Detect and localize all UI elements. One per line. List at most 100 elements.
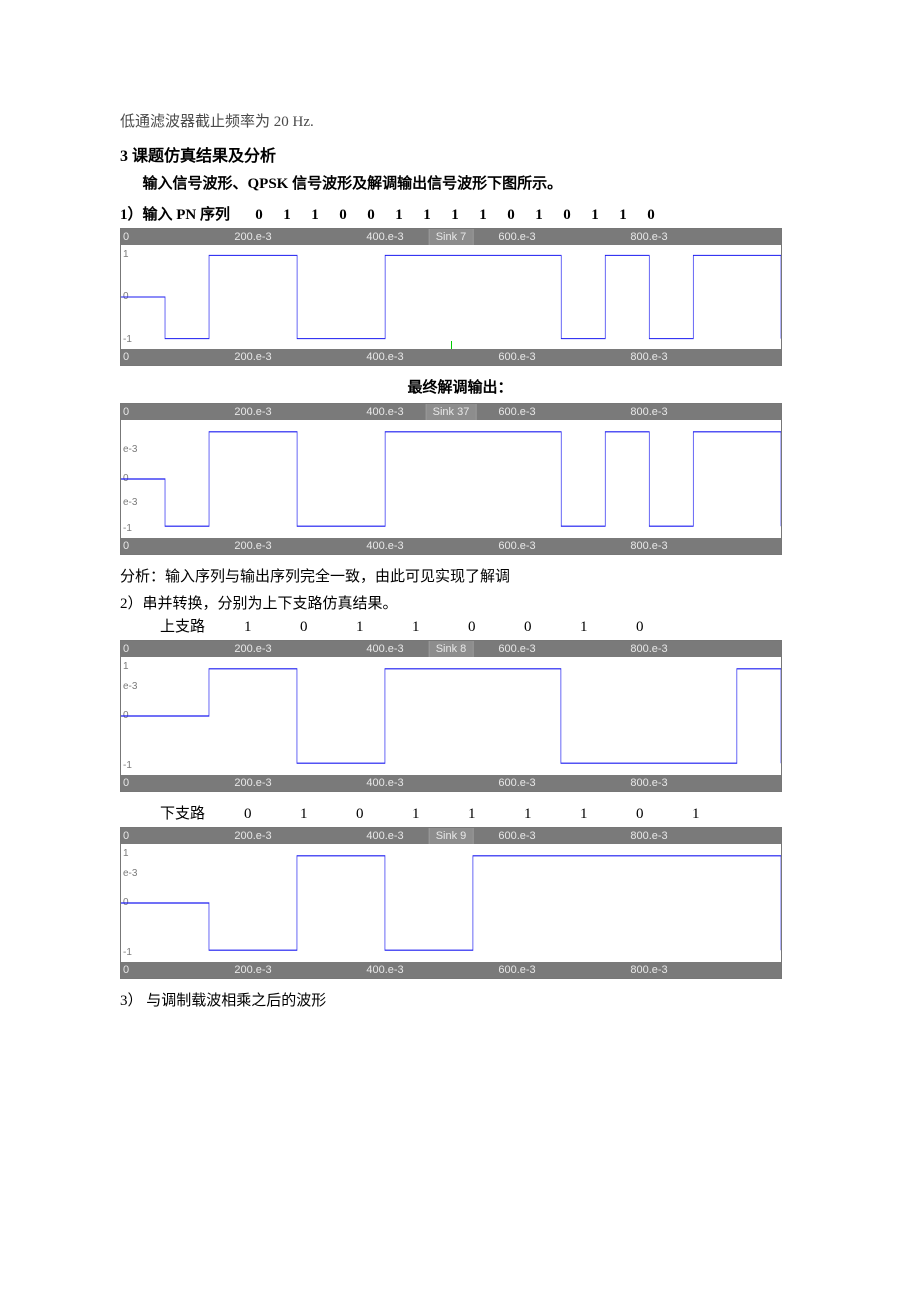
sequence-digit: 0	[276, 619, 332, 636]
lower-branch-row: 下支路 010111101	[160, 802, 800, 823]
xaxis-tick: 800.e-3	[630, 404, 667, 420]
xaxis-tick: 0	[123, 404, 129, 420]
item-2-line: 2）串并转换，分别为上下支路仿真结果。	[120, 592, 800, 613]
sequence-digit: 1	[276, 806, 332, 823]
sequence-digit: 0	[497, 207, 525, 224]
xaxis-tick: 0	[123, 962, 129, 978]
xaxis-tick: 200.e-3	[234, 538, 271, 554]
upper-branch-digits: 10110010	[220, 619, 668, 635]
sequence-digit: 0	[612, 619, 668, 636]
lower-branch-label: 下支路	[160, 802, 216, 823]
xaxis-tick: 400.e-3	[366, 641, 403, 657]
xaxis-tick: 200.e-3	[234, 828, 271, 844]
sequence-digit: 1	[220, 619, 276, 636]
xaxis-tick: 200.e-3	[234, 775, 271, 791]
xaxis-tick: 600.e-3	[498, 828, 535, 844]
chart-title-label: Sink 37	[426, 404, 477, 420]
pn-sequence-digits: 011001111010110	[245, 207, 665, 223]
xaxis-tick: 400.e-3	[366, 229, 403, 245]
upper-branch-label: 上支路	[160, 615, 216, 636]
sequence-digit: 0	[637, 207, 665, 224]
sequence-digit: 0	[444, 619, 500, 636]
waveform-svg	[121, 844, 781, 962]
chart-title-label: Sink 7	[429, 229, 474, 245]
xaxis-tick: 200.e-3	[234, 229, 271, 245]
xaxis-tick: 400.e-3	[366, 962, 403, 978]
chart-plot-area: 1 e-3 0 -1	[121, 844, 781, 962]
sequence-digit: 1	[413, 207, 441, 224]
sequence-digit: 1	[388, 806, 444, 823]
xaxis-tick: 600.e-3	[498, 229, 535, 245]
xaxis-tick: 400.e-3	[366, 828, 403, 844]
xaxis-tick: 800.e-3	[630, 349, 667, 365]
xaxis-tick: 400.e-3	[366, 349, 403, 365]
xaxis-tick: 200.e-3	[234, 349, 271, 365]
xaxis-tick: 800.e-3	[630, 641, 667, 657]
chart-sink8: Sink 8 0 200.e-3 400.e-3 600.e-3 800.e-3…	[120, 640, 782, 792]
sequence-digit: 1	[556, 806, 612, 823]
chart-plot-area: 1 0 -1	[121, 245, 781, 349]
filter-note: 低通滤波器截止频率为 20 Hz.	[120, 110, 800, 134]
waveform-svg	[121, 420, 781, 538]
xaxis-tick: 200.e-3	[234, 404, 271, 420]
xaxis-tick: 800.e-3	[630, 775, 667, 791]
sequence-digit: 1	[469, 207, 497, 224]
chart-bottom-axis: 0 200.e-3 400.e-3 600.e-3 800.e-3	[121, 775, 781, 791]
document-page: 低通滤波器截止频率为 20 Hz. 3 课题仿真结果及分析 输入信号波形、QPS…	[0, 0, 920, 1072]
sequence-digit: 1	[500, 806, 556, 823]
center-marker	[451, 341, 452, 349]
intro-paragraph: 输入信号波形、QPSK 信号波形及解调输出信号波形下图所示。	[120, 172, 800, 193]
sequence-digit: 0	[332, 806, 388, 823]
xaxis-tick: 800.e-3	[630, 229, 667, 245]
chart-plot-area: e-3 0 e-3 -1	[121, 420, 781, 538]
chart-bottom-axis: 0 200.e-3 400.e-3 600.e-3 800.e-3	[121, 962, 781, 978]
upper-branch-row: 上支路 10110010	[160, 615, 800, 636]
xaxis-tick: 0	[123, 641, 129, 657]
item-3-line: 3） 与调制载波相乘之后的波形	[120, 989, 800, 1010]
waveform-svg	[121, 657, 781, 775]
xaxis-tick: 800.e-3	[630, 828, 667, 844]
xaxis-tick: 0	[123, 775, 129, 791]
chart-bottom-axis: 0 200.e-3 400.e-3 600.e-3 800.e-3	[121, 349, 781, 365]
chart-title-label: Sink 9	[429, 828, 474, 844]
xaxis-tick: 200.e-3	[234, 962, 271, 978]
xaxis-tick: 600.e-3	[498, 538, 535, 554]
xaxis-tick: 600.e-3	[498, 404, 535, 420]
section-3-title: 3 课题仿真结果及分析	[120, 142, 800, 166]
xaxis-tick: 600.e-3	[498, 962, 535, 978]
lower-branch-digits: 010111101	[220, 806, 724, 822]
demod-output-label: 最终解调输出：	[120, 376, 800, 397]
sequence-digit: 1	[385, 207, 413, 224]
xaxis-tick: 400.e-3	[366, 775, 403, 791]
chart-title-label: Sink 8	[429, 641, 474, 657]
sequence-digit: 0	[220, 806, 276, 823]
sequence-digit: 1	[556, 619, 612, 636]
sequence-digit: 1	[609, 207, 637, 224]
sequence-digit: 1	[301, 207, 329, 224]
sequence-digit: 1	[525, 207, 553, 224]
item-1-prefix: 1）输入 PN 序列	[120, 207, 230, 223]
sequence-digit: 0	[329, 207, 357, 224]
waveform-svg	[121, 245, 781, 349]
sequence-digit: 1	[388, 619, 444, 636]
xaxis-tick: 0	[123, 229, 129, 245]
chart-top-axis: Sink 37 0 200.e-3 400.e-3 600.e-3 800.e-…	[121, 404, 781, 420]
chart-top-axis: Sink 8 0 200.e-3 400.e-3 600.e-3 800.e-3	[121, 641, 781, 657]
sequence-digit: 1	[444, 806, 500, 823]
sequence-digit: 1	[581, 207, 609, 224]
analysis-line: 分析：输入序列与输出序列完全一致，由此可见实现了解调	[120, 565, 800, 586]
xaxis-tick: 0	[123, 349, 129, 365]
chart-sink9: Sink 9 0 200.e-3 400.e-3 600.e-3 800.e-3…	[120, 827, 782, 979]
xaxis-tick: 400.e-3	[366, 404, 403, 420]
sequence-digit: 0	[357, 207, 385, 224]
xaxis-tick: 800.e-3	[630, 538, 667, 554]
chart-top-axis: Sink 9 0 200.e-3 400.e-3 600.e-3 800.e-3	[121, 828, 781, 844]
xaxis-tick: 0	[123, 538, 129, 554]
chart-plot-area: 1 e-3 0 -1	[121, 657, 781, 775]
sequence-digit: 1	[273, 207, 301, 224]
sequence-digit: 1	[441, 207, 469, 224]
xaxis-tick: 800.e-3	[630, 962, 667, 978]
xaxis-tick: 600.e-3	[498, 349, 535, 365]
xaxis-tick: 600.e-3	[498, 775, 535, 791]
item-1-line: 1）输入 PN 序列 011001111010110	[120, 203, 800, 224]
